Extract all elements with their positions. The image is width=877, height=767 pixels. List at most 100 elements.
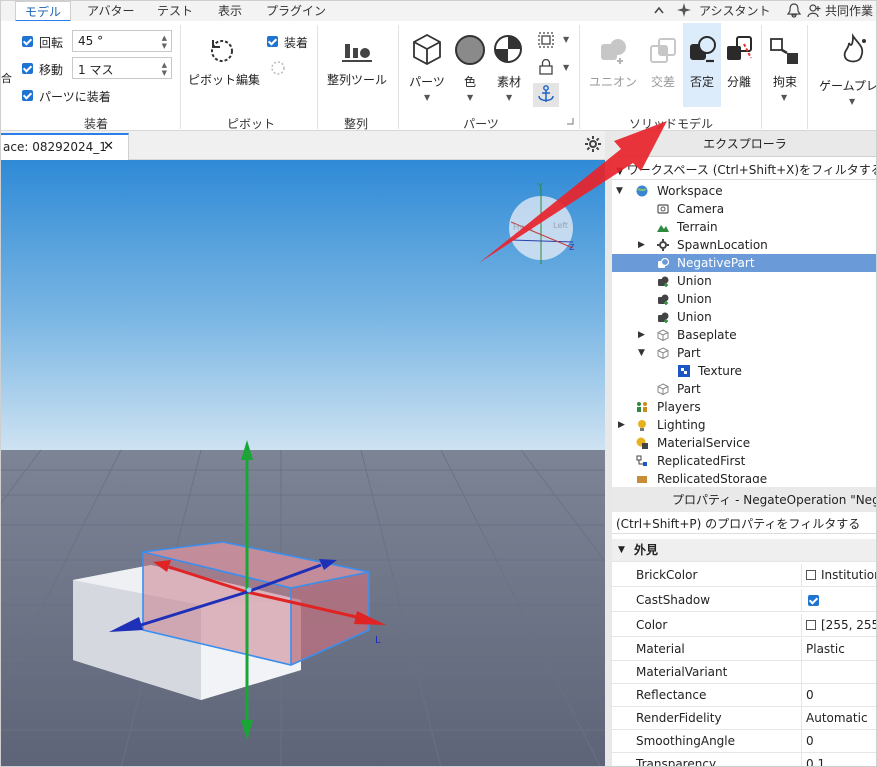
tree-item-label: ReplicatedFirst [657,454,746,468]
tree-item-union[interactable]: Union [612,308,876,326]
prop-value[interactable]: 0 [801,730,814,752]
group-icon[interactable] [538,32,554,48]
tab-view[interactable]: 表示 [216,1,244,21]
prop-value[interactable]: 0 [801,684,814,706]
prop-value[interactable]: Plastic [801,638,845,660]
prop-value[interactable]: [255, 255, [801,614,876,636]
material-service-icon [636,437,648,449]
close-icon[interactable]: ✕ [103,139,114,154]
chevron-down-icon[interactable]: ▼ [563,35,569,44]
constraint-button[interactable]: 拘束 [769,73,801,90]
union-icon [658,276,669,287]
prop-row-transparency[interactable]: Transparency 0.1 [612,753,876,766]
move-stepper[interactable]: ▲ ▼ [162,61,167,77]
divider [317,25,318,129]
prop-row-material[interactable]: Material Plastic [612,638,876,661]
pivot-attach-checkbox[interactable] [267,36,278,47]
tree-item-replicatedfirst[interactable]: ReplicatedFirst [612,452,876,470]
prop-row-color[interactable]: Color [255, 255, [612,614,876,637]
prop-row-renderfidelity[interactable]: RenderFidelity Automatic [612,707,876,730]
prop-name: RenderFidelity [636,711,722,725]
rotate-value: 45 ° [78,34,104,48]
material-icon [494,35,522,63]
part-icon [657,347,669,359]
tree-item-label: Baseplate [677,328,737,342]
prop-row-smoothingangle[interactable]: SmoothingAngle 0 [612,730,876,753]
rotate-checkbox[interactable] [22,36,33,47]
assistant-button[interactable]: アシスタント [697,1,773,21]
union-icon [658,312,669,323]
section-label: 外見 [634,543,659,557]
divider [807,25,808,129]
divider [180,25,181,129]
menu-bar: モデル アバター テスト 表示 プラグイン アシスタント 共同作業 [1,1,876,22]
prop-value[interactable]: Institutional [801,564,876,586]
prop-row-brickcolor[interactable]: BrickColor Institutional [612,564,876,587]
prop-name: BrickColor [636,568,698,582]
separate-icon [727,36,752,60]
section-appearance[interactable]: ▼ 外見 [612,539,876,562]
tab-test[interactable]: テスト [155,1,195,21]
prop-value[interactable]: 0.1 [801,753,825,766]
tree-item-label: Union [677,292,712,306]
prop-value[interactable]: Automatic [801,707,868,729]
tree-item-texture[interactable]: Texture [612,362,876,380]
chevron-down-icon[interactable]: ▼ [849,97,855,106]
tree-item-baseplate[interactable]: ▶ Baseplate [612,326,876,344]
chevron-right-icon[interactable]: ▶ [638,326,645,344]
prop-row-materialvariant[interactable]: MaterialVariant [612,661,876,684]
constraint-icon [770,38,798,64]
rotate-stepper[interactable]: ▲ ▼ [162,34,167,50]
place-tab[interactable]: ace: 08292024_1 ✕ [1,133,129,160]
chevron-right-icon[interactable]: ▶ [618,416,625,434]
prop-name: Color [636,618,668,632]
tree-item-lighting[interactable]: ▶ Lighting [612,416,876,434]
tab-model[interactable]: モデル [15,1,71,22]
prop-row-reflectance[interactable]: Reflectance 0 [612,684,876,707]
tree-item-label: Texture [698,364,742,378]
tree-item-label: Union [677,310,712,324]
tree-item-replicatedstorage[interactable]: ReplicatedStorage [612,470,876,483]
properties-filter[interactable]: (Ctrl+Shift+P) のプロパティをフィルタする [612,512,876,534]
prop-value[interactable] [801,661,806,683]
chevron-down-icon[interactable]: ▼ [424,93,430,102]
tab-avatar[interactable]: アバター [85,1,137,21]
collab-button[interactable]: 共同作業 [823,1,875,21]
tree-item-label: Part [677,382,701,396]
part-icon [657,329,669,341]
castshadow-checkbox[interactable] [808,595,819,606]
rotate-input[interactable]: 45 ° ▲ ▼ [72,30,172,52]
pivot-edit-button[interactable]: ピボット編集 [187,71,261,88]
align-tool-button[interactable]: 整列ツール [325,71,389,88]
chevron-down-icon[interactable]: ▼ [781,93,787,102]
group-label-align: 整列 [343,117,368,131]
separate-button[interactable]: 分離 [724,73,754,90]
tree-item-part[interactable]: Part [612,380,876,398]
tree-item-materialservice[interactable]: MaterialService [612,434,876,452]
move-input[interactable]: 1 マス ▲ ▼ [72,57,172,79]
divider [398,25,399,129]
color-swatch [806,570,816,580]
attach-parts-checkbox[interactable] [22,90,33,101]
chevron-down-icon[interactable]: ▼ [638,344,645,362]
tree-item-part[interactable]: ▼ Part [612,344,876,362]
properties-grid: ▼ 外見 BrickColor Institutional CastShadow C… [612,534,876,766]
gameplay-button[interactable]: ゲームプレ [819,77,876,94]
tab-plugins[interactable]: プラグイン [264,1,328,21]
bell-icon[interactable] [787,3,801,18]
move-checkbox[interactable] [22,63,33,74]
tree-item-union[interactable]: Union [612,290,876,308]
negate-icon [690,36,716,63]
divider [761,25,762,129]
annotation-arrow [479,121,667,263]
chevron-down-icon[interactable]: ▼ [618,539,625,561]
color-swatch [806,620,816,630]
prop-row-castshadow[interactable]: CastShadow [612,589,876,612]
part-button[interactable]: パーツ [403,73,451,90]
move-value: 1 マス [78,63,114,77]
pivot-reset-icon[interactable] [269,59,287,77]
tree-item-union[interactable]: Union [612,272,876,290]
chevron-up-icon[interactable] [653,5,665,15]
tree-item-players[interactable]: Players [612,398,876,416]
prop-value[interactable] [801,589,819,611]
